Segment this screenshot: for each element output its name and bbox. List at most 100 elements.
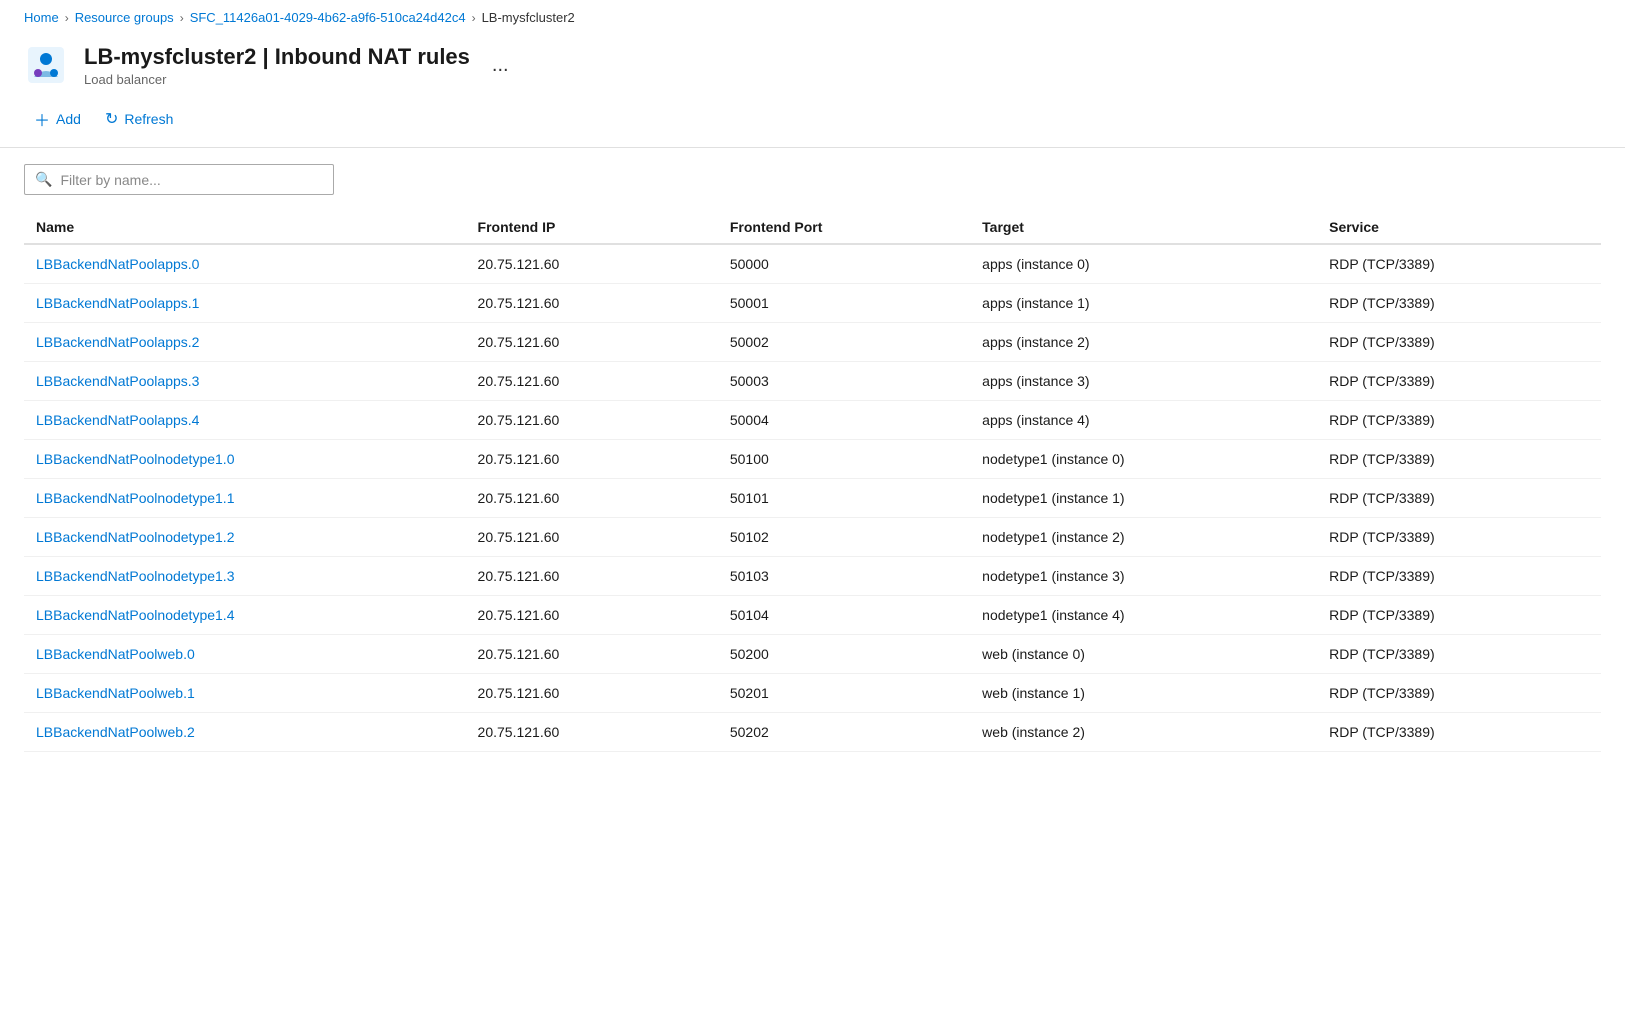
cell-frontend-port: 50104 [718,596,970,635]
cell-frontend-port: 50100 [718,440,970,479]
nat-rules-table: Name Frontend IP Frontend Port Target Se… [24,211,1601,752]
filter-container: 🔍 [24,164,334,195]
cell-name: LBBackendNatPoolapps.4 [24,401,466,440]
header-text: LB-mysfcluster2 | Inbound NAT rules Load… [84,44,470,87]
nat-rule-link[interactable]: LBBackendNatPoolweb.0 [36,646,195,662]
col-header-frontend-ip: Frontend IP [466,211,718,244]
cell-target: web (instance 2) [970,713,1317,752]
cell-name: LBBackendNatPoolapps.1 [24,284,466,323]
nat-rule-link[interactable]: LBBackendNatPoolnodetype1.3 [36,568,234,584]
add-button[interactable]: ＋ Add [24,101,91,137]
cell-name: LBBackendNatPoolweb.0 [24,635,466,674]
main-content: 🔍 Name Frontend IP Frontend Port Target … [0,148,1625,768]
cell-target: nodetype1 (instance 3) [970,557,1317,596]
breadcrumb-sep-1: › [65,11,69,25]
cell-frontend-port: 50000 [718,244,970,284]
cell-target: apps (instance 1) [970,284,1317,323]
cell-frontend-port: 50002 [718,323,970,362]
table-row: LBBackendNatPoolnodetype1.2 20.75.121.605… [24,518,1601,557]
cell-frontend-port: 50001 [718,284,970,323]
cell-target: apps (instance 2) [970,323,1317,362]
cell-frontend-port: 50201 [718,674,970,713]
nat-rule-link[interactable]: LBBackendNatPoolnodetype1.0 [36,451,234,467]
table-row: LBBackendNatPoolnodetype1.0 20.75.121.605… [24,440,1601,479]
breadcrumb-resource-groups[interactable]: Resource groups [75,10,174,25]
cell-service: RDP (TCP/3389) [1317,635,1601,674]
cell-frontend-ip: 20.75.121.60 [466,635,718,674]
cell-frontend-ip: 20.75.121.60 [466,362,718,401]
more-options-button[interactable]: ... [486,52,515,79]
cell-frontend-ip: 20.75.121.60 [466,713,718,752]
filter-input[interactable] [60,172,323,188]
breadcrumb-sep-2: › [180,11,184,25]
cell-frontend-ip: 20.75.121.60 [466,323,718,362]
page-title: LB-mysfcluster2 | Inbound NAT rules [84,44,470,70]
cell-name: LBBackendNatPoolweb.1 [24,674,466,713]
cell-target: nodetype1 (instance 1) [970,479,1317,518]
cell-service: RDP (TCP/3389) [1317,674,1601,713]
nat-rule-link[interactable]: LBBackendNatPoolapps.1 [36,295,199,311]
cell-service: RDP (TCP/3389) [1317,557,1601,596]
cell-frontend-ip: 20.75.121.60 [466,440,718,479]
cell-name: LBBackendNatPoolapps.3 [24,362,466,401]
breadcrumb-subscription[interactable]: SFC_11426a01-4029-4b62-a9f6-510ca24d42c4 [190,10,466,25]
nat-rule-link[interactable]: LBBackendNatPoolweb.1 [36,685,195,701]
search-icon: 🔍 [35,171,52,188]
cell-service: RDP (TCP/3389) [1317,362,1601,401]
cell-service: RDP (TCP/3389) [1317,596,1601,635]
cell-frontend-port: 50103 [718,557,970,596]
cell-frontend-ip: 20.75.121.60 [466,401,718,440]
breadcrumb-home[interactable]: Home [24,10,59,25]
nat-rule-link[interactable]: LBBackendNatPoolapps.2 [36,334,199,350]
cell-target: apps (instance 4) [970,401,1317,440]
nat-rule-link[interactable]: LBBackendNatPoolapps.3 [36,373,199,389]
resource-icon [24,43,68,87]
cell-service: RDP (TCP/3389) [1317,323,1601,362]
cell-name: LBBackendNatPoolnodetype1.2 [24,518,466,557]
cell-frontend-ip: 20.75.121.60 [466,518,718,557]
resource-type-label: Load balancer [84,72,470,87]
cell-target: web (instance 1) [970,674,1317,713]
cell-name: LBBackendNatPoolapps.0 [24,244,466,284]
table-row: LBBackendNatPoolweb.2 20.75.121.6050202we… [24,713,1601,752]
col-header-service: Service [1317,211,1601,244]
add-icon: ＋ [34,107,50,131]
cell-frontend-port: 50004 [718,401,970,440]
cell-frontend-port: 50202 [718,713,970,752]
nat-rule-link[interactable]: LBBackendNatPoolapps.0 [36,256,199,272]
nat-rule-link[interactable]: LBBackendNatPoolapps.4 [36,412,199,428]
table-row: LBBackendNatPoolapps.120.75.121.6050001a… [24,284,1601,323]
cell-frontend-ip: 20.75.121.60 [466,674,718,713]
table-row: LBBackendNatPoolapps.2 20.75.121.6050002a… [24,323,1601,362]
cell-target: web (instance 0) [970,635,1317,674]
cell-service: RDP (TCP/3389) [1317,713,1601,752]
cell-frontend-port: 50101 [718,479,970,518]
add-label: Add [56,111,81,127]
cell-frontend-port: 50003 [718,362,970,401]
table-row: LBBackendNatPoolapps.4 20.75.121.6050004a… [24,401,1601,440]
refresh-button[interactable]: ↻ Refresh [95,103,183,135]
cell-name: LBBackendNatPoolapps.2 [24,323,466,362]
breadcrumb: Home › Resource groups › SFC_11426a01-40… [0,0,1625,35]
nat-rule-link[interactable]: LBBackendNatPoolweb.2 [36,724,195,740]
refresh-label: Refresh [124,111,173,127]
cell-frontend-port: 50102 [718,518,970,557]
cell-service: RDP (TCP/3389) [1317,479,1601,518]
table-row: LBBackendNatPoolweb.020.75.121.6050200we… [24,635,1601,674]
cell-frontend-ip: 20.75.121.60 [466,244,718,284]
cell-service: RDP (TCP/3389) [1317,518,1601,557]
nat-rule-link[interactable]: LBBackendNatPoolnodetype1.2 [36,529,234,545]
cell-name: LBBackendNatPoolnodetype1.0 [24,440,466,479]
nat-rule-link[interactable]: LBBackendNatPoolnodetype1.1 [36,490,234,506]
table-row: LBBackendNatPoolnodetype1.420.75.121.605… [24,596,1601,635]
cell-name: LBBackendNatPoolnodetype1.4 [24,596,466,635]
cell-service: RDP (TCP/3389) [1317,401,1601,440]
table-row: LBBackendNatPoolapps.020.75.121.6050000a… [24,244,1601,284]
breadcrumb-current: LB-mysfcluster2 [482,10,575,25]
breadcrumb-sep-3: › [472,11,476,25]
cell-name: LBBackendNatPoolnodetype1.1 [24,479,466,518]
cell-target: apps (instance 3) [970,362,1317,401]
nat-rule-link[interactable]: LBBackendNatPoolnodetype1.4 [36,607,234,623]
col-header-frontend-port: Frontend Port [718,211,970,244]
table-row: LBBackendNatPoolnodetype1.320.75.121.605… [24,557,1601,596]
